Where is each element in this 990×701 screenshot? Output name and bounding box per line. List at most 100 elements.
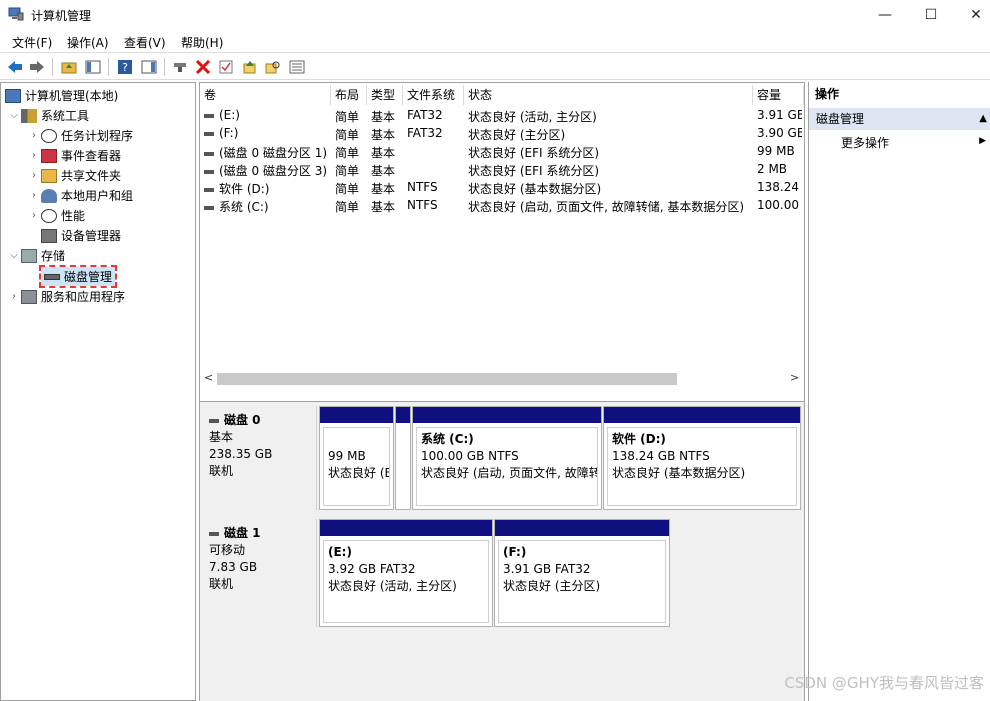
menu-action[interactable]: 操作(A) <box>67 34 109 51</box>
menu-view[interactable]: 查看(V) <box>124 34 166 51</box>
forward-button[interactable] <box>28 58 46 76</box>
up-level-button[interactable] <box>60 58 78 76</box>
volume-icon <box>204 113 214 118</box>
chevron-right-icon[interactable]: › <box>27 130 41 141</box>
volume-cell: (F:) <box>204 126 329 140</box>
tree-services-apps[interactable]: › 服务和应用程序 <box>7 287 125 306</box>
volume-cell: 3.90 GE <box>757 126 802 140</box>
disk0-info[interactable]: 磁盘 0 基本 238.35 GB 联机 <box>202 406 317 510</box>
chevron-right-icon[interactable]: › <box>27 170 41 181</box>
col-type[interactable]: 类型 <box>367 85 403 105</box>
tree-event-viewer[interactable]: › 事件查看器 <box>27 146 121 165</box>
search-button[interactable] <box>264 58 282 76</box>
volume-cell: 3.91 GE <box>757 108 802 122</box>
menu-help[interactable]: 帮助(H) <box>181 34 223 51</box>
export-button[interactable] <box>241 58 259 76</box>
volume-cell: 简单 <box>335 128 360 142</box>
volume-cell: NTFS <box>407 198 438 212</box>
disk0-status: 联机 <box>209 464 234 478</box>
disk1-partition-e[interactable]: (E:) 3.92 GB FAT32 状态良好 (活动, 主分区) <box>319 519 493 627</box>
menu-bar: 文件(F) 操作(A) 查看(V) 帮助(H) <box>0 30 990 52</box>
volume-cell: NTFS <box>407 180 438 194</box>
tree-local-users[interactable]: › 本地用户和组 <box>27 186 133 205</box>
back-button[interactable] <box>6 58 24 76</box>
more-actions[interactable]: 更多操作 <box>841 134 889 152</box>
disk0-partition-d[interactable]: 软件 (D:) 138.24 GB NTFS 状态良好 (基本数据分区) <box>603 406 801 510</box>
event-viewer-icon <box>41 148 57 163</box>
disk0-partition-c[interactable]: 系统 (C:) 100.00 GB NTFS 状态良好 (启动, 页面文件, 故障转 <box>412 406 602 510</box>
tree-device-manager[interactable]: 设备管理器 <box>41 226 121 245</box>
help-button[interactable]: ? <box>116 58 134 76</box>
volume-row[interactable]: (磁盘 0 磁盘分区 1) 简单 基本 状态良好 (EFI 系统分区) 99 MB <box>200 143 804 161</box>
chevron-down-icon[interactable]: ⌵ <box>7 250 21 261</box>
col-status[interactable]: 状态 <box>464 85 753 105</box>
horizontal-scrollbar[interactable]: < > <box>200 370 804 388</box>
actions-section-disk-management[interactable]: 磁盘管理 ▲ <box>809 108 990 130</box>
list-view-button[interactable] <box>288 58 306 76</box>
chevron-right-icon[interactable]: › <box>27 150 41 161</box>
actions-header: 操作 <box>815 87 840 101</box>
col-capacity[interactable]: 容量 <box>753 85 804 105</box>
volume-cell: 状态良好 (EFI 系统分区) <box>468 164 600 178</box>
col-filesystem[interactable]: 文件系统 <box>403 85 464 105</box>
volume-row[interactable]: 系统 (C:) 简单 基本 NTFS 状态良好 (启动, 页面文件, 故障转储, 基本数… <box>200 197 804 215</box>
volume-row[interactable]: (磁盘 0 磁盘分区 3) 简单 基本 状态良好 (EFI 系统分区) 2 MB <box>200 161 804 179</box>
disk1-status: 联机 <box>209 577 234 591</box>
disk1-size: 7.83 GB <box>209 560 258 574</box>
disk0-partition-efi[interactable]: 99 MB 状态良好 (E <box>319 406 394 510</box>
action-pane-icon <box>141 60 157 74</box>
list-view-icon <box>289 60 305 74</box>
tree-task-scheduler[interactable]: › 任务计划程序 <box>27 126 133 145</box>
storage-icon <box>21 248 37 263</box>
toolbar: ? <box>0 52 990 80</box>
tree-shared-folders[interactable]: › 共享文件夹 <box>27 166 121 185</box>
col-layout[interactable]: 布局 <box>331 85 367 105</box>
computer-management-icon <box>8 7 24 21</box>
maximize-button[interactable]: ☐ <box>908 0 954 30</box>
device-manager-icon <box>41 228 57 243</box>
chevron-right-icon[interactable]: › <box>27 190 41 201</box>
delete-button[interactable] <box>194 58 212 76</box>
menu-file[interactable]: 文件(F) <box>12 34 52 51</box>
volume-cell: 简单 <box>335 164 360 178</box>
minimize-button[interactable]: — <box>862 0 908 30</box>
center-pane: 卷 布局 类型 文件系统 状态 容量 (E:) 简单 基本 FAT32 状态良好 (活动… <box>199 82 805 701</box>
volume-row[interactable]: (E:) 简单 基本 FAT32 状态良好 (活动, 主分区) 3.91 GE <box>200 107 804 125</box>
disk1-partition-f[interactable]: (F:) 3.91 GB FAT32 状态良好 (主分区) <box>494 519 670 627</box>
tree-system-tools[interactable]: ⌵ 系统工具 <box>7 106 89 125</box>
folder-up-icon <box>61 62 77 74</box>
volume-cell: 2 MB <box>757 162 788 176</box>
tree-performance[interactable]: › 性能 <box>27 206 85 225</box>
back-arrow-icon <box>8 61 22 73</box>
volume-cell: (磁盘 0 磁盘分区 3) <box>204 162 329 179</box>
collapse-up-icon[interactable]: ▲ <box>979 108 987 130</box>
show-hide-tree-button[interactable] <box>84 58 102 76</box>
scroll-thumb[interactable] <box>217 373 677 385</box>
disk0-partition-msr[interactable] <box>395 406 411 510</box>
volume-list: 卷 布局 类型 文件系统 状态 容量 (E:) 简单 基本 FAT32 状态良好 (活动… <box>200 83 804 393</box>
chevron-right-icon[interactable]: › <box>27 210 41 221</box>
disk-management-icon <box>44 273 60 280</box>
submenu-arrow-icon[interactable]: ▶ <box>979 136 986 146</box>
tree-disk-management[interactable]: 磁盘管理 <box>38 265 118 288</box>
volume-cell: 基本 <box>371 146 396 160</box>
chevron-right-icon[interactable]: › <box>7 291 21 302</box>
connect-button[interactable] <box>171 58 189 76</box>
services-icon <box>21 289 37 304</box>
properties-button[interactable] <box>217 58 235 76</box>
tree-storage[interactable]: ⌵ 存储 <box>7 246 65 265</box>
disk1-info[interactable]: 磁盘 1 可移动 7.83 GB 联机 <box>202 519 317 627</box>
scroll-left-icon[interactable]: < <box>204 371 213 384</box>
volume-row[interactable]: 软件 (D:) 简单 基本 NTFS 状态良好 (基本数据分区) 138.24 <box>200 179 804 197</box>
volume-row[interactable]: (F:) 简单 基本 FAT32 状态良好 (主分区) 3.90 GE <box>200 125 804 143</box>
computer-management-icon <box>5 88 21 103</box>
volume-cell: 状态良好 (活动, 主分区) <box>468 110 597 124</box>
close-button[interactable]: ✕ <box>953 0 990 30</box>
col-volume[interactable]: 卷 <box>200 85 331 105</box>
action-pane-button[interactable] <box>140 58 158 76</box>
volume-cell: 简单 <box>335 182 360 196</box>
tree-root[interactable]: 计算机管理(本地) <box>5 86 118 105</box>
scroll-right-icon[interactable]: > <box>790 371 799 384</box>
title-bar: 计算机管理 — ☐ ✕ <box>0 0 990 30</box>
chevron-down-icon[interactable]: ⌵ <box>7 110 21 121</box>
